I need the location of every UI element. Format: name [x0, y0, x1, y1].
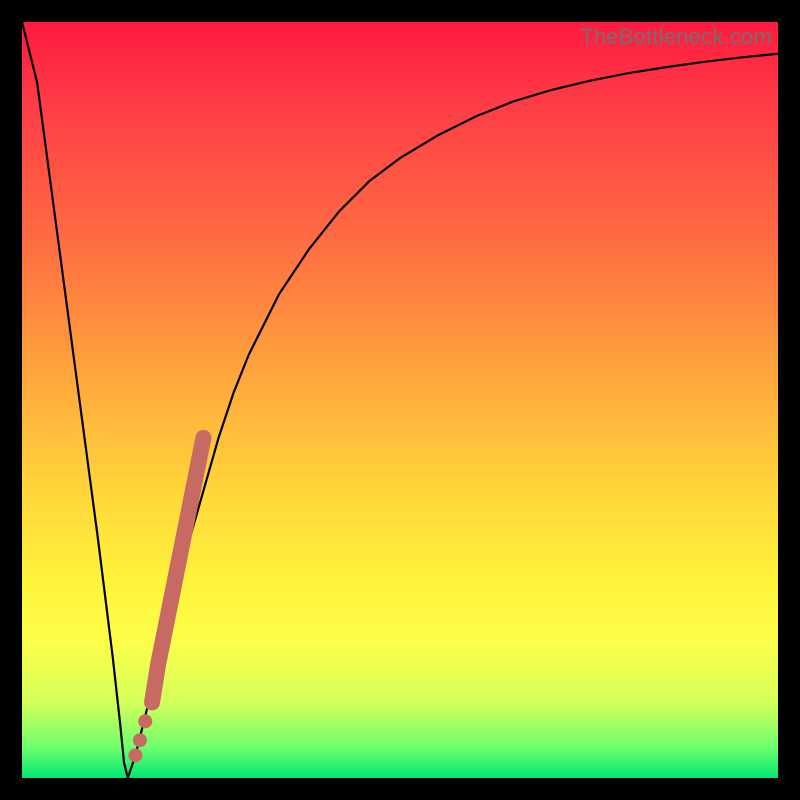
emphasis-dots — [128, 714, 152, 762]
plot-area: TheBottleneck.com — [22, 22, 778, 778]
curve-layer — [22, 22, 778, 778]
bottleneck-curve — [22, 22, 778, 778]
emphasis-dot — [128, 748, 142, 762]
chart-frame: TheBottleneck.com — [0, 0, 800, 800]
emphasis-dot — [133, 733, 147, 747]
emphasis-dot — [138, 714, 152, 728]
emphasis-band — [152, 438, 203, 703]
